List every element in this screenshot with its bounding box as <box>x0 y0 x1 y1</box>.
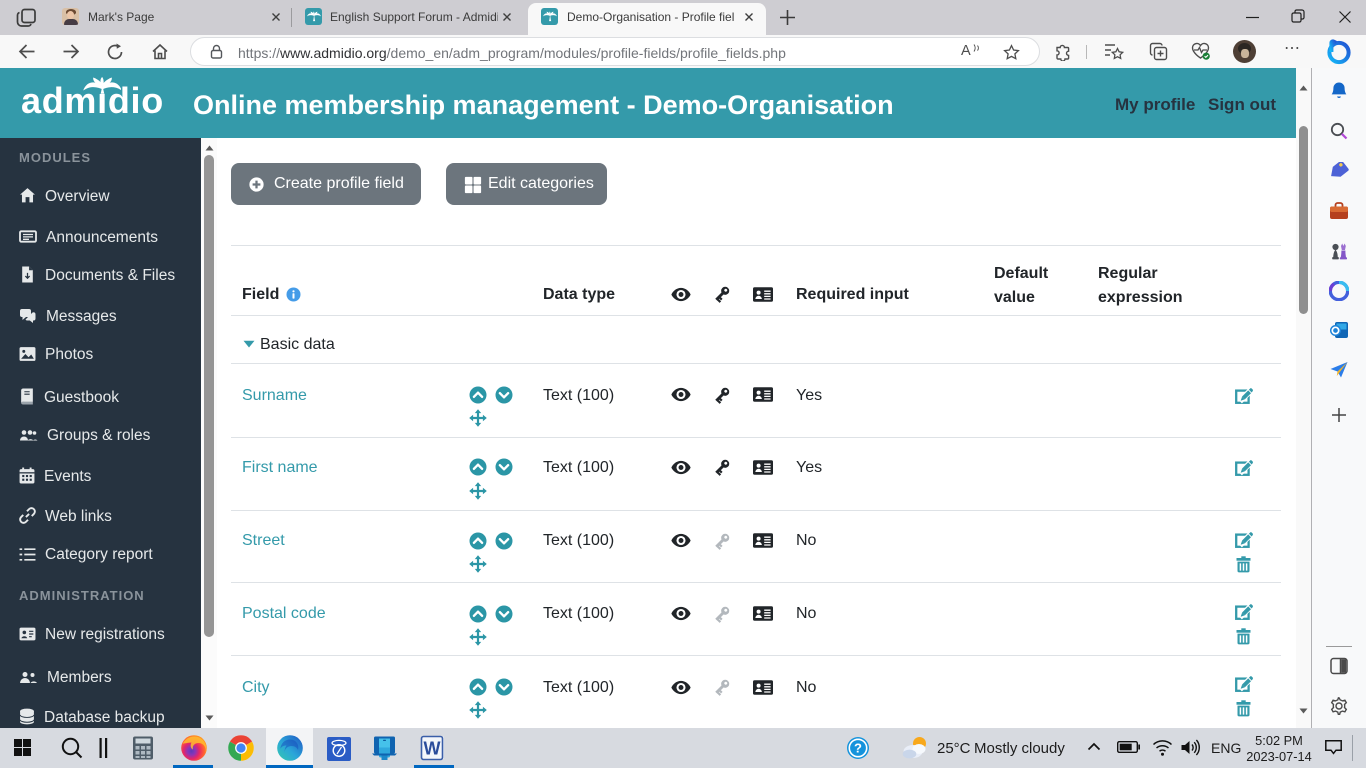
svg-text:W: W <box>424 739 441 759</box>
svg-text:?: ? <box>854 741 862 756</box>
